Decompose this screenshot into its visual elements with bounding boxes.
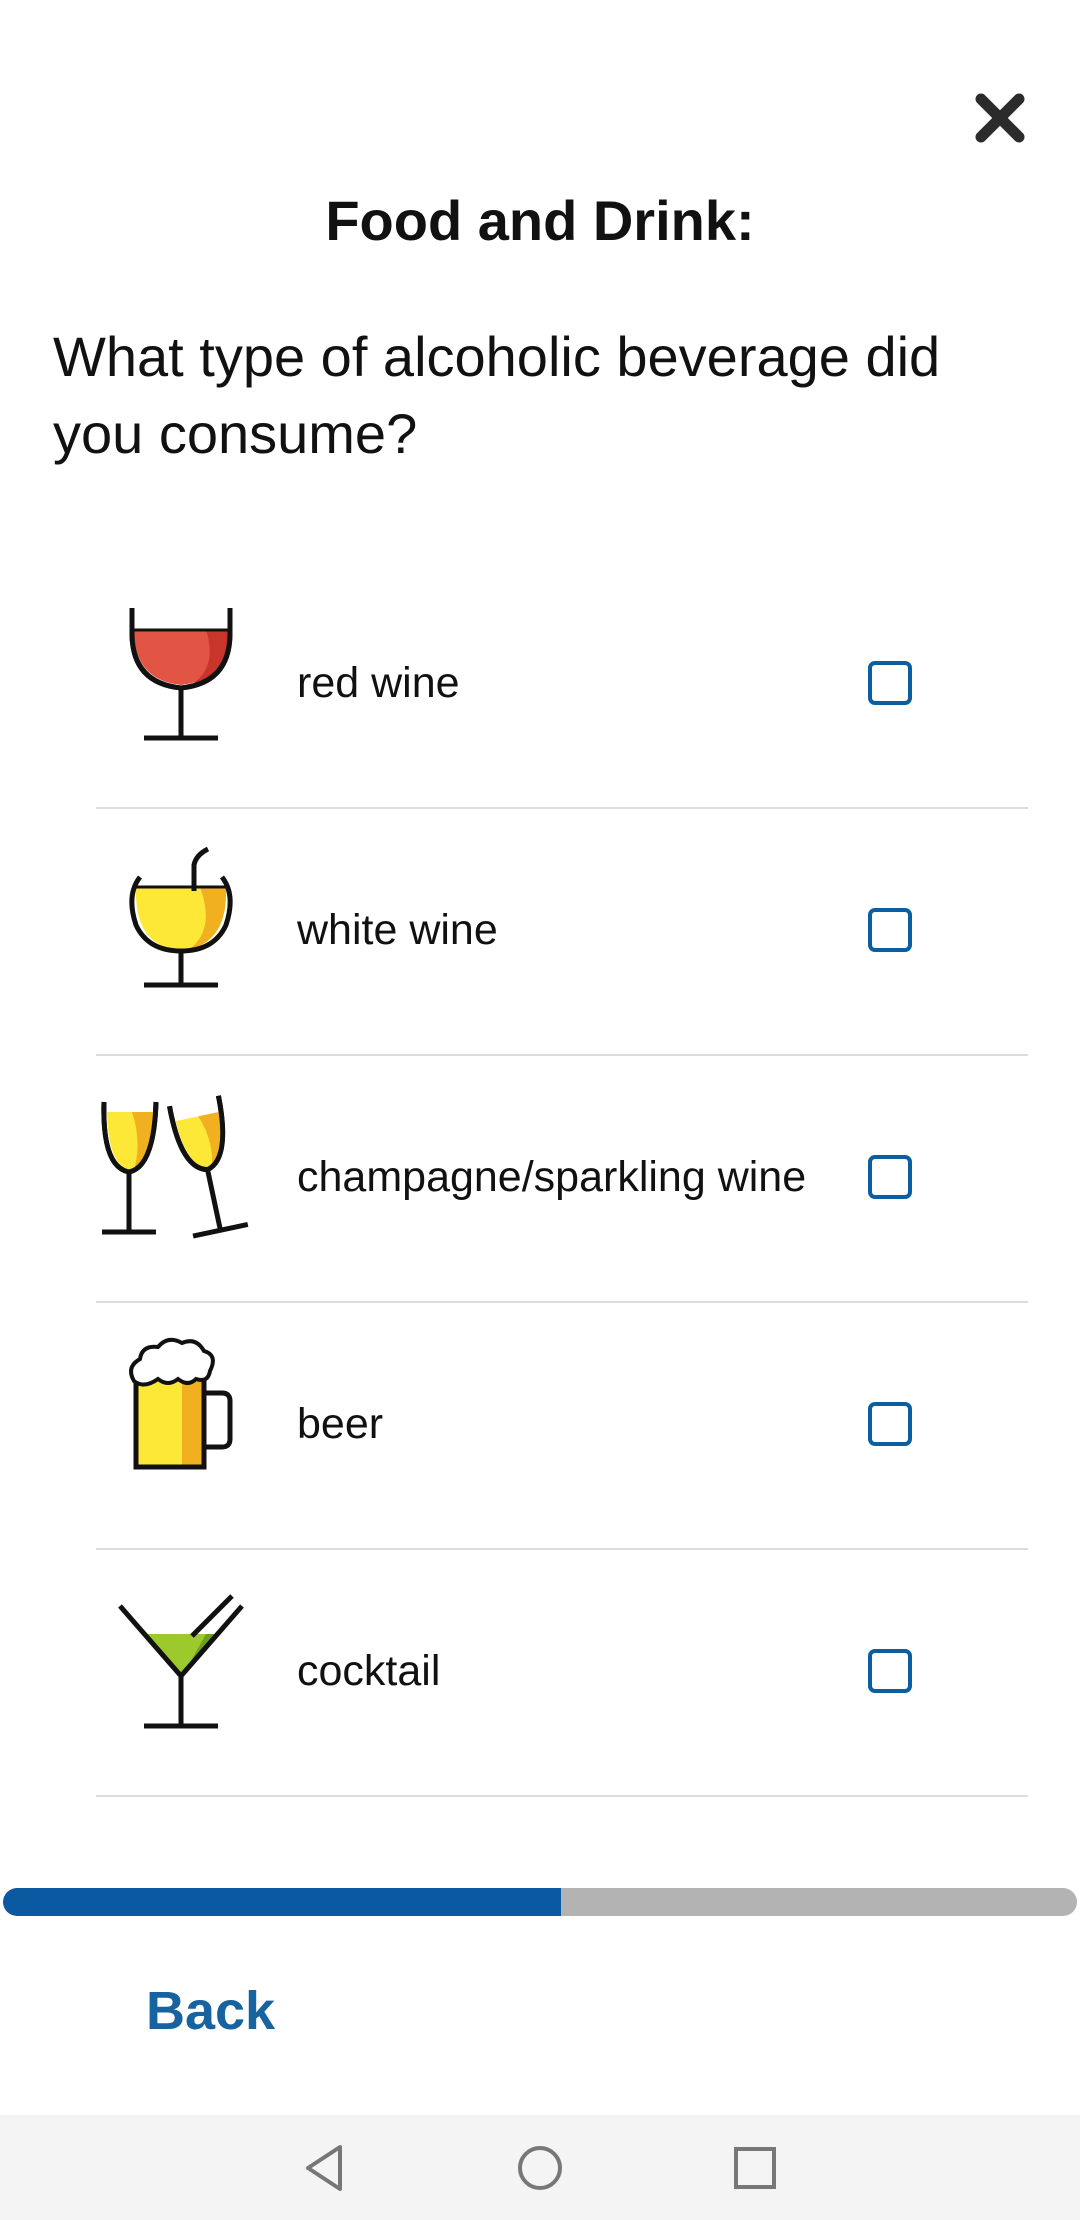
nav-recents-button[interactable] — [720, 2133, 790, 2203]
option-checkbox[interactable] — [868, 1155, 912, 1199]
progress-fill — [3, 1888, 562, 1916]
option-label: champagne/sparkling wine — [297, 1153, 807, 1201]
white-wine-glass-icon — [96, 835, 266, 1005]
options-list[interactable]: red wine white wine champagne/sparkling … — [0, 560, 1080, 1885]
option-row-champagne[interactable]: champagne/sparkling wine — [96, 1054, 1028, 1303]
nav-back-button[interactable] — [290, 2133, 360, 2203]
option-checkbox[interactable] — [868, 1649, 912, 1693]
back-button[interactable]: Back — [146, 1980, 275, 2042]
option-row-partial[interactable] — [96, 1795, 1028, 1885]
page-title: Food and Drink: — [325, 189, 755, 252]
beer-mug-icon — [96, 1329, 266, 1499]
option-row-beer[interactable]: beer — [96, 1301, 1028, 1550]
nav-home-button[interactable] — [505, 2133, 575, 2203]
square-recents-icon — [734, 2147, 776, 2189]
option-checkbox[interactable] — [868, 908, 912, 952]
option-checkbox[interactable] — [868, 661, 912, 705]
red-wine-glass-icon — [96, 588, 266, 758]
option-label: red wine — [297, 659, 460, 707]
champagne-glasses-icon — [96, 1082, 266, 1252]
close-button[interactable] — [960, 88, 1040, 148]
system-nav-bar — [0, 2115, 1080, 2220]
option-row-white-wine[interactable]: white wine — [96, 807, 1028, 1056]
question-text: What type of alcoholic beverage did you … — [53, 325, 941, 465]
option-row-cocktail[interactable]: cocktail — [96, 1548, 1028, 1797]
progress-bar — [3, 1888, 1077, 1916]
option-label: white wine — [297, 906, 498, 954]
option-checkbox[interactable] — [868, 1402, 912, 1446]
circle-home-icon — [518, 2146, 562, 2190]
option-label: cocktail — [297, 1647, 441, 1695]
close-icon — [975, 93, 1025, 143]
option-label: beer — [297, 1400, 384, 1448]
option-row-red-wine[interactable]: red wine — [96, 560, 1028, 809]
cocktail-glass-icon — [96, 1576, 266, 1746]
triangle-back-icon — [306, 2145, 342, 2191]
